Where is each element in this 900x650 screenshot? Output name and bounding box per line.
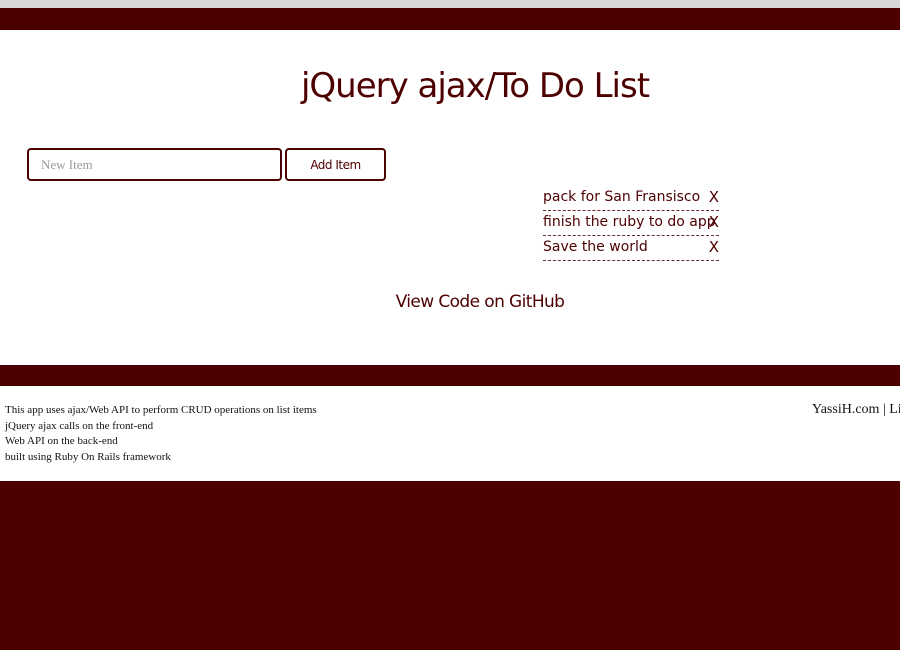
footer-bar — [0, 365, 900, 386]
new-item-input[interactable] — [27, 148, 282, 181]
todo-item: pack for San Fransisco X — [543, 187, 719, 211]
todo-item-text[interactable]: finish the ruby to do app — [543, 214, 716, 230]
link-separator: | — [879, 402, 890, 417]
main-content: jQuery ajax/To Do List Add Item pack for… — [0, 30, 900, 365]
todo-item: finish the ruby to do app X — [543, 212, 719, 236]
todo-item-text[interactable]: pack for San Fransisco — [543, 189, 700, 205]
browser-top-strip — [0, 0, 900, 8]
footer: This app uses ajax/Web API to perform CR… — [0, 386, 900, 481]
todo-item-text[interactable]: Save the world — [543, 239, 648, 255]
footer-line: Web API on the back-end — [5, 435, 118, 447]
footer-line: jQuery ajax calls on the front-end — [5, 419, 154, 432]
page-title: jQuery ajax/To Do List — [300, 66, 650, 106]
add-item-button[interactable]: Add Item — [285, 148, 386, 181]
todo-item: Save the world X — [543, 237, 719, 261]
site-link[interactable]: YassiH.com — [812, 402, 879, 417]
page-bottom-background — [0, 481, 900, 650]
footer-line: built using Ruby On Rails framework — [5, 450, 171, 463]
footer-description: This app uses ajax/Web API to perform CR… — [5, 403, 317, 465]
delete-item-button[interactable]: X — [709, 188, 719, 206]
footer-links: YassiH.com | Li — [812, 402, 900, 418]
footer-line: This app uses ajax/Web API to perform CR… — [5, 404, 317, 416]
todo-list: pack for San Fransisco X finish the ruby… — [543, 187, 719, 262]
delete-item-button[interactable]: X — [709, 238, 719, 256]
delete-item-button[interactable]: X — [709, 213, 719, 231]
github-link[interactable]: View Code on GitHub — [0, 292, 900, 312]
header-bar — [0, 8, 900, 30]
truncated-link[interactable]: Li — [889, 402, 900, 417]
